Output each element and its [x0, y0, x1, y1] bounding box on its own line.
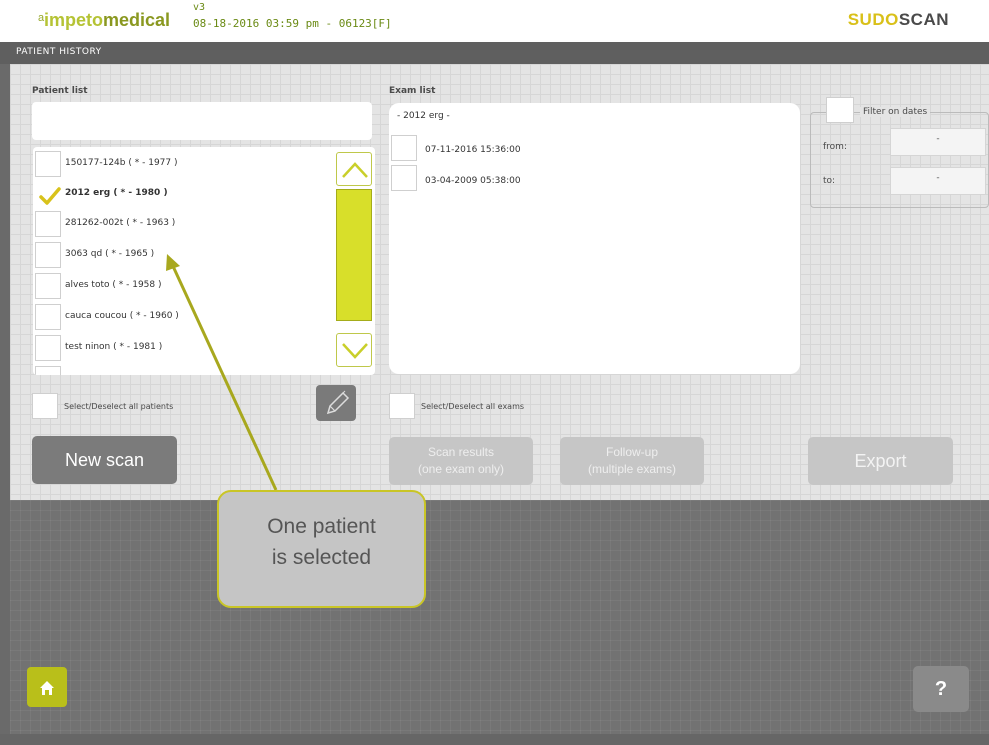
- session-timestamp: 08-18-2016 03:59 pm - 06123[F]: [193, 17, 392, 30]
- patient-name: cauca coucou ( * - 1960 ): [65, 311, 179, 321]
- patient-checkbox[interactable]: [35, 366, 61, 375]
- section-title: PATIENT HISTORY: [16, 47, 102, 57]
- exam-date: 07-11-2016 15:36:00: [425, 145, 521, 155]
- scroll-down-button[interactable]: [336, 333, 372, 367]
- select-all-exams-label: Select/Deselect all exams: [421, 402, 525, 411]
- annotation-callout: One patient is selected: [217, 490, 426, 608]
- logo-part-medical: medical: [103, 10, 171, 30]
- patient-row[interactable]: 150177-124b ( * - 1977 ): [33, 149, 333, 179]
- sudoscan-brand: SUDOSCAN: [848, 10, 949, 30]
- export-button[interactable]: Export: [808, 437, 953, 485]
- patient-name: 3063 qd ( * - 1965 ): [65, 249, 155, 259]
- scan-results-line2: (one exam only): [417, 462, 505, 476]
- scroll-up-button[interactable]: [336, 152, 372, 186]
- impeto-medical-logo: impetomedical: [44, 10, 170, 31]
- follow-up-button[interactable]: Follow-up (multiple exams): [560, 437, 704, 485]
- patient-search-input[interactable]: [32, 102, 372, 140]
- top-bar: a impetomedical v3 08-18-2016 03:59 pm -…: [0, 0, 989, 42]
- patient-row-partial[interactable]: [33, 364, 333, 375]
- version-label: v3: [193, 2, 206, 13]
- select-all-patients-label: Select/Deselect all patients: [64, 402, 174, 411]
- patient-row[interactable]: alves toto ( * - 1958 ): [33, 271, 333, 301]
- patient-row[interactable]: 2012 erg ( * - 1980 ): [33, 179, 333, 209]
- bottom-strip: [0, 734, 989, 745]
- exam-checkbox[interactable]: [391, 165, 417, 191]
- select-all-patients-checkbox[interactable]: [32, 393, 58, 419]
- lower-panel: [10, 500, 989, 734]
- patient-row[interactable]: test ninon ( * - 1981 ): [33, 333, 333, 363]
- chevron-down-icon: [342, 343, 368, 359]
- patient-checkbox[interactable]: [35, 273, 61, 299]
- patient-list: 150177-124b ( * - 1977 ) 2012 erg ( * - …: [33, 147, 375, 375]
- callout-line2: is selected: [271, 546, 372, 569]
- from-label: from:: [823, 142, 847, 152]
- chevron-up-icon: [342, 162, 368, 178]
- filter-dates-label: Filter on dates: [860, 107, 931, 117]
- patient-name: 281262-002t ( * - 1963 ): [65, 218, 176, 228]
- patient-checkbox[interactable]: [35, 335, 61, 361]
- exam-date: 03-04-2009 05:38:00: [425, 176, 521, 186]
- patient-checkbox[interactable]: [35, 304, 61, 330]
- scan-results-line1: Scan results: [427, 445, 495, 459]
- patient-checkbox[interactable]: [35, 181, 61, 207]
- new-scan-button[interactable]: New scan: [32, 436, 177, 484]
- exam-group-label: - 2012 erg -: [397, 111, 450, 121]
- brand-part-sudo: SUDO: [847, 10, 899, 29]
- exam-list: - 2012 erg - 07-11-2016 15:36:00 03-04-2…: [389, 103, 800, 374]
- checkmark-icon: [39, 187, 61, 205]
- to-date-input[interactable]: -: [890, 167, 986, 195]
- from-date-input[interactable]: -: [890, 128, 986, 156]
- brand-part-scan: SCAN: [898, 10, 949, 29]
- home-button[interactable]: [27, 667, 67, 707]
- patient-row[interactable]: 3063 qd ( * - 1965 ): [33, 240, 333, 270]
- patient-name: 150177-124b ( * - 1977 ): [65, 158, 178, 168]
- callout-line1: One patient: [267, 515, 376, 538]
- home-icon: [40, 681, 54, 695]
- patient-name: test ninon ( * - 1981 ): [65, 342, 163, 352]
- pencil-icon: [326, 390, 350, 415]
- select-all-exams-checkbox[interactable]: [389, 393, 415, 419]
- patient-name: alves toto ( * - 1958 ): [65, 280, 162, 290]
- follow-up-line2: (multiple exams): [587, 462, 677, 476]
- patient-checkbox[interactable]: [35, 242, 61, 268]
- patient-checkbox[interactable]: [35, 211, 61, 237]
- filter-dates-checkbox[interactable]: [826, 97, 854, 123]
- logo-part-impeto: impeto: [44, 10, 104, 30]
- patient-row[interactable]: cauca coucou ( * - 1960 ): [33, 302, 333, 332]
- patient-row[interactable]: 281262-002t ( * - 1963 ): [33, 209, 333, 239]
- patient-list-label: Patient list: [32, 86, 88, 96]
- section-title-bar: PATIENT HISTORY: [0, 42, 989, 64]
- scrollbar-thumb[interactable]: [336, 189, 372, 321]
- left-strip: [0, 64, 10, 745]
- patient-name: 2012 erg ( * - 1980 ): [65, 188, 168, 198]
- help-button[interactable]: ?: [913, 666, 969, 712]
- exam-checkbox[interactable]: [391, 135, 417, 161]
- scan-results-button[interactable]: Scan results (one exam only): [389, 437, 533, 485]
- edit-patient-button[interactable]: [316, 385, 356, 421]
- exam-list-label: Exam list: [389, 86, 436, 96]
- to-label: to:: [823, 176, 836, 186]
- follow-up-line1: Follow-up: [605, 445, 659, 459]
- patient-checkbox[interactable]: [35, 151, 61, 177]
